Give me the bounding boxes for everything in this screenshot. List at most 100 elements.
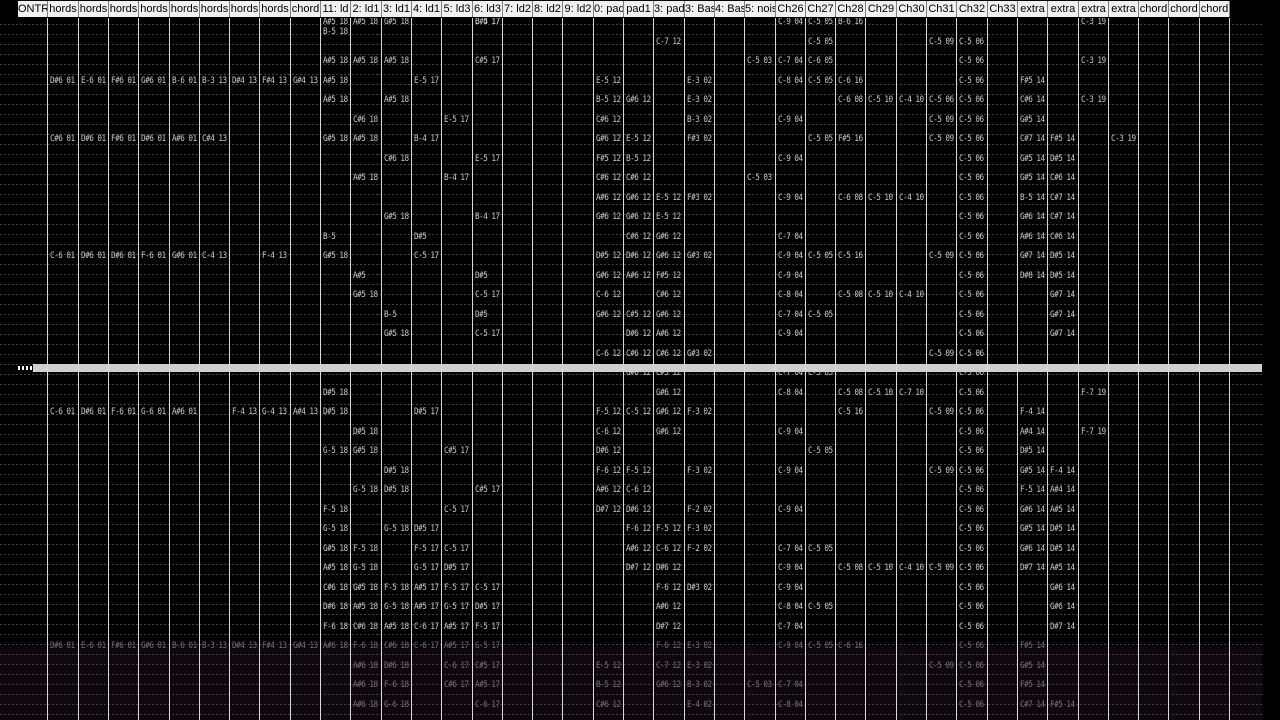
channel-header-4[interactable]: hords — [109, 1, 139, 17]
note-cell[interactable]: C-7 04 — [778, 233, 803, 242]
note-cell[interactable]: C-7 04 — [778, 311, 803, 320]
note-cell[interactable]: D#5 14 — [1050, 272, 1075, 281]
note-cell[interactable]: E-6 01 — [81, 77, 106, 86]
note-cell[interactable]: C-6 01 — [50, 252, 75, 261]
note-cell[interactable]: C#5 17 — [475, 486, 500, 495]
channel-header-21[interactable]: pad1 — [624, 1, 654, 17]
channel-header-33[interactable]: Ch33 — [988, 1, 1018, 17]
note-cell[interactable]: C-7 12 — [656, 38, 681, 47]
pattern-editor[interactable]: ONTR hords hords hords hords hords hords hords h… — [0, 0, 1280, 720]
note-cell[interactable]: A#5 18 — [353, 57, 378, 66]
channel-header-16[interactable]: 6: ld3 — [473, 1, 503, 17]
note-cell[interactable]: E-5 17 — [475, 155, 500, 164]
note-cell[interactable]: A#5 18 — [323, 18, 348, 27]
note-cell[interactable]: C-5 06 — [959, 447, 984, 456]
note-cell[interactable]: D#6 18 — [323, 603, 348, 612]
note-cell[interactable]: C-5 09 — [929, 38, 954, 47]
note-cell[interactable]: C-5 06 — [959, 584, 984, 593]
note-cell[interactable]: A#5 17 — [414, 584, 439, 593]
preview-note-cell[interactable]: C-6 17 — [475, 701, 500, 710]
note-cell[interactable]: G#6 12 — [656, 408, 681, 417]
preview-note-cell[interactable]: D#6 18 — [384, 662, 409, 671]
note-cell[interactable]: F-3 02 — [687, 408, 712, 417]
note-cell[interactable]: C-4 10 — [899, 194, 924, 203]
note-cell[interactable]: C-5 06 — [959, 272, 984, 281]
note-cell[interactable]: D#6 01 — [81, 252, 106, 261]
note-cell[interactable]: C-5 06 — [959, 57, 984, 66]
note-cell[interactable]: C-5 05 — [808, 18, 833, 27]
note-cell[interactable]: F-3 02 — [687, 525, 712, 534]
preview-note-cell[interactable]: C-5 09 — [929, 662, 954, 671]
note-cell[interactable]: A#6 01 — [172, 135, 197, 144]
channel-column-7[interactable] — [200, 18, 230, 720]
note-cell[interactable]: B-5 — [323, 233, 336, 242]
note-cell[interactable]: C-5 05 — [808, 38, 833, 47]
note-cell[interactable]: C#5 17 — [475, 57, 500, 66]
channel-column-3[interactable] — [79, 18, 109, 720]
channel-header-3[interactable]: hords — [79, 1, 109, 17]
note-cell[interactable]: A#5 18 — [353, 174, 378, 183]
note-cell[interactable]: C-3 19 — [1111, 135, 1136, 144]
note-cell[interactable]: D#6 12 — [626, 330, 651, 339]
note-cell[interactable]: A#5 17 — [444, 623, 469, 632]
note-cell[interactable]: G#7 14 — [1050, 330, 1075, 339]
note-cell[interactable]: C-5 17 — [475, 330, 500, 339]
preview-note-cell[interactable]: C#7 14 — [1020, 701, 1045, 710]
note-cell[interactable]: C-4 10 — [899, 564, 924, 573]
note-cell[interactable]: F#5 16 — [838, 135, 863, 144]
note-cell[interactable]: A#4 13 — [293, 408, 318, 417]
note-cell[interactable]: F-4 14 — [1050, 467, 1075, 476]
channel-column-33[interactable] — [988, 18, 1018, 720]
note-cell[interactable]: D#6 01 — [141, 135, 166, 144]
channel-header-8[interactable]: hords — [230, 1, 260, 17]
note-cell[interactable]: G#3 02 — [687, 252, 712, 261]
channel-header-6[interactable]: hords — [170, 1, 200, 17]
channel-column-38[interactable] — [1139, 18, 1169, 720]
preview-note-cell[interactable]: G#6 01 — [141, 642, 166, 651]
note-cell[interactable]: C#7 14 — [1050, 213, 1075, 222]
note-cell[interactable]: C-5 06 — [959, 96, 984, 105]
note-cell[interactable]: G#6 01 — [141, 77, 166, 86]
note-cell[interactable]: B-5 — [384, 311, 397, 320]
note-cell[interactable]: C-6 08 — [838, 194, 863, 203]
note-cell[interactable]: G#5 18 — [384, 213, 409, 222]
note-cell[interactable]: C-5 06 — [959, 77, 984, 86]
note-cell[interactable]: D#7 12 — [626, 564, 651, 573]
note-cell[interactable]: C#5 12 — [656, 369, 681, 378]
channel-header-11[interactable]: 11: ld — [321, 1, 351, 17]
channel-header-22[interactable]: 3: pad1 — [654, 1, 685, 17]
channel-header-18[interactable]: 8: ld2 — [533, 1, 563, 17]
note-cell[interactable]: G#6 12 — [656, 428, 681, 437]
channel-column-11[interactable] — [321, 18, 351, 720]
note-cell[interactable]: C#6 14 — [1050, 233, 1075, 242]
preview-note-cell[interactable]: C-6 17 — [444, 662, 469, 671]
note-cell[interactable]: C-6 12 — [596, 428, 621, 437]
note-cell[interactable]: G#5 18 — [384, 330, 409, 339]
note-cell[interactable]: G#4 13 — [293, 77, 318, 86]
preview-note-cell[interactable]: C-7 04 — [778, 681, 803, 690]
note-cell[interactable]: C-3 19 — [1081, 18, 1106, 27]
note-cell[interactable]: C-8 04 — [778, 77, 803, 86]
note-cell[interactable]: C-6 17 — [414, 623, 439, 632]
note-cell[interactable]: C-6 12 — [626, 486, 651, 495]
note-cell[interactable]: G#6 14 — [1050, 584, 1075, 593]
note-cell[interactable]: C-9 04 — [778, 506, 803, 515]
note-cell[interactable]: D#6 01 — [111, 252, 136, 261]
channel-header-27[interactable]: Ch27 — [806, 1, 836, 17]
note-cell[interactable]: C-5 06 — [959, 428, 984, 437]
note-cell[interactable]: C#5 12 — [626, 311, 651, 320]
note-cell[interactable]: D#7 14 — [1050, 623, 1075, 632]
channel-column-37[interactable] — [1109, 18, 1139, 720]
note-cell[interactable]: C-5 06 — [959, 486, 984, 495]
note-cell[interactable]: E-5 12 — [626, 135, 651, 144]
preview-note-cell[interactable]: E-4 02 — [687, 701, 712, 710]
note-cell[interactable]: G#6 12 — [626, 194, 651, 203]
note-cell[interactable]: C-8 04 — [778, 603, 803, 612]
note-cell[interactable]: G-5 18 — [323, 525, 348, 534]
note-cell[interactable]: B-5 18 — [323, 28, 348, 37]
note-cell[interactable]: D#8 14 — [1020, 272, 1045, 281]
preview-note-cell[interactable]: C-5 05 — [808, 642, 833, 651]
note-cell[interactable]: E-5 12 — [656, 213, 681, 222]
note-cell[interactable]: C-9 04 — [778, 272, 803, 281]
note-cell[interactable]: C-8 04 — [778, 389, 803, 398]
